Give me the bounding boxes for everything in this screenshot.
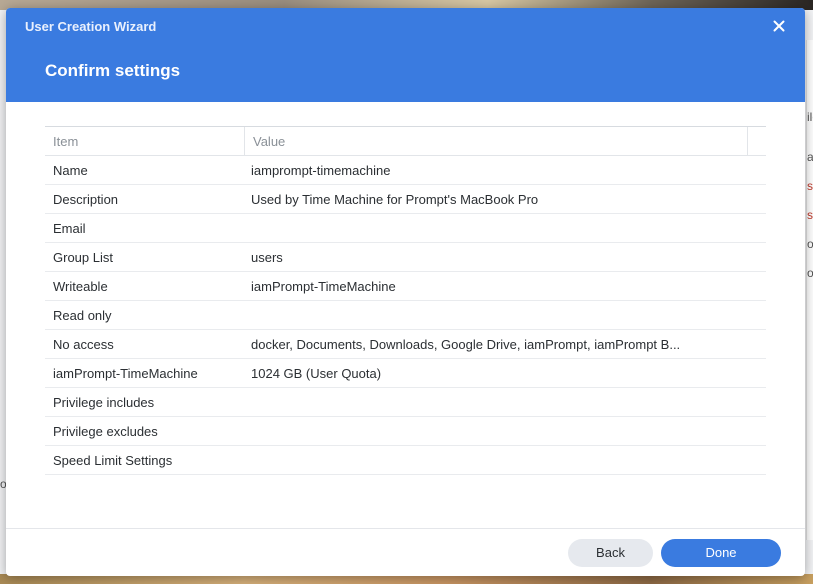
row-item: Name [53,163,88,178]
row-value [245,388,748,416]
settings-table: Item Value Name iamprompt-timemachine De… [45,126,766,475]
window-title: User Creation Wizard [25,19,157,34]
page-title: Confirm settings [45,61,181,80]
row-item: Description [53,192,119,207]
row-item: iamPrompt-TimeMachine [53,366,198,381]
user-creation-wizard-dialog: User Creation Wizard Confirm settings It… [6,8,805,576]
table-row[interactable]: Speed Limit Settings [45,446,766,475]
background-text: sa [807,179,813,193]
table-row[interactable]: Read only [45,301,766,330]
table-row[interactable]: Name iamprompt-timemachine [45,156,766,185]
table-row[interactable]: Email [45,214,766,243]
background-text: or [807,266,813,280]
row-value [245,301,748,329]
row-item: Writeable [53,279,108,294]
close-button[interactable] [771,18,787,34]
background-text: ile [807,110,813,124]
row-value: users [251,250,283,265]
row-item: No access [53,337,114,352]
row-item: Privilege excludes [53,424,158,439]
back-button[interactable]: Back [568,539,653,567]
row-value: iamprompt-timemachine [251,163,391,178]
table-row[interactable]: No access docker, Documents, Downloads, … [45,330,766,359]
row-value [245,417,748,445]
row-item: Group List [53,250,113,265]
background-text: or [807,237,813,251]
table-row[interactable]: Group List users [45,243,766,272]
row-value: iamPrompt-TimeMachine [251,279,396,294]
row-value: 1024 GB (User Quota) [251,366,382,381]
done-button[interactable]: Done [661,539,781,567]
background-text: a [807,150,813,164]
table-row[interactable]: Description Used by Time Machine for Pro… [45,185,766,214]
row-item: Speed Limit Settings [53,453,173,468]
table-row[interactable]: Privilege includes [45,388,766,417]
table-header: Item Value [45,127,766,156]
table-row[interactable]: Writeable iamPrompt-TimeMachine [45,272,766,301]
column-header-filler [748,127,766,155]
dialog-header: User Creation Wizard Confirm settings [6,8,805,102]
row-item: Read only [53,308,112,323]
table-row[interactable]: iamPrompt-TimeMachine 1024 GB (User Quot… [45,359,766,388]
column-header-item[interactable]: Item [45,127,245,155]
row-value [245,446,748,474]
row-value: Used by Time Machine for Prompt's MacBoo… [251,192,539,207]
row-item: Privilege includes [53,395,155,410]
row-item: Email [53,221,86,236]
close-icon [773,20,785,32]
table-row[interactable]: Privilege excludes [45,417,766,446]
footer-divider [6,528,805,529]
row-value [245,214,748,242]
column-header-value[interactable]: Value [245,127,748,155]
background-text: sa [807,208,813,222]
row-value: docker, Documents, Downloads, Google Dri… [251,337,681,352]
